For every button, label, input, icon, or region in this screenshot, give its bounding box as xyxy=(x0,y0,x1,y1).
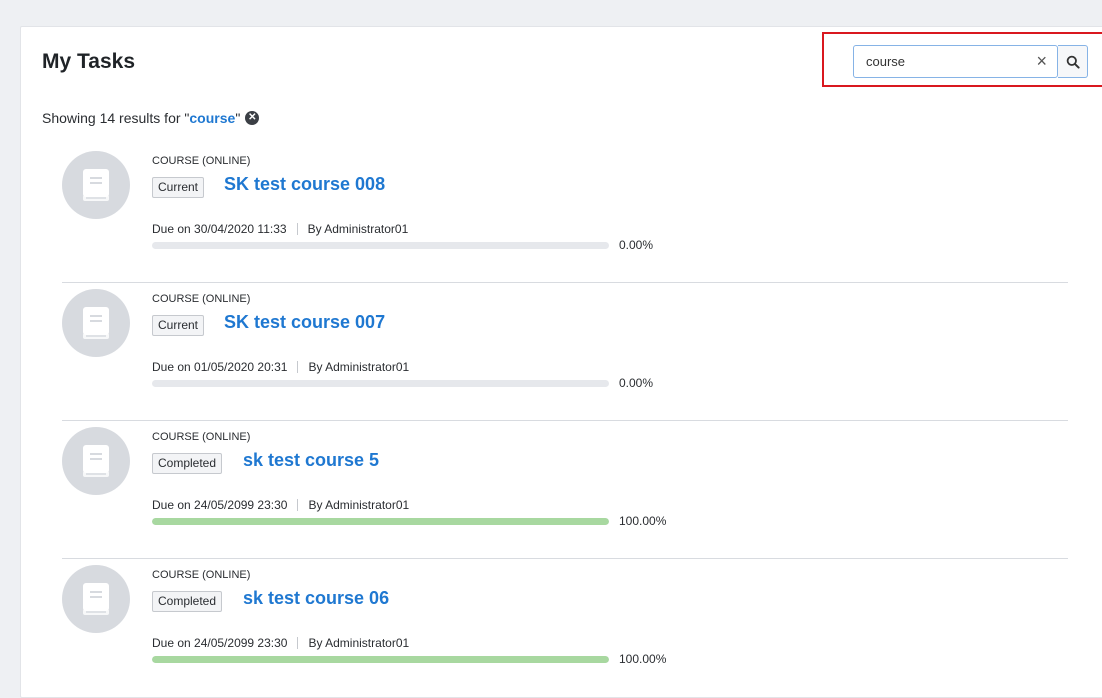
task-thumbnail xyxy=(62,427,130,495)
progress-label: 0.00% xyxy=(619,376,654,390)
status-badge: Current xyxy=(152,177,205,198)
due-date: Due on 30/04/2020 11:33 xyxy=(152,222,287,236)
progress-bar xyxy=(152,242,609,249)
assigned-by: By Administrator01 xyxy=(308,360,410,374)
task-title-link[interactable]: SK test course 007 xyxy=(224,312,385,333)
task-item: COURSE (ONLINE) Current SK test course 0… xyxy=(62,283,1068,421)
due-date: Due on 01/05/2020 20:31 xyxy=(152,360,288,374)
meta-divider xyxy=(297,361,299,373)
progress-fill xyxy=(152,518,609,525)
search-input[interactable] xyxy=(854,46,1026,77)
task-meta: Due on 24/05/2099 23:30 By Administrator… xyxy=(152,636,409,650)
meta-divider xyxy=(297,637,299,649)
due-date: Due on 24/05/2099 23:30 xyxy=(152,498,288,512)
my-tasks-panel: My Tasks × Showing 14 results for "cours… xyxy=(20,26,1102,698)
task-type: COURSE (ONLINE) xyxy=(152,155,251,167)
page-title: My Tasks xyxy=(42,50,135,73)
clear-input-icon[interactable]: × xyxy=(1036,50,1047,72)
progress-label: 100.00% xyxy=(619,514,667,528)
task-title-link[interactable]: sk test course 5 xyxy=(243,450,379,471)
progress-label: 100.00% xyxy=(619,652,667,666)
task-thumbnail xyxy=(62,289,130,357)
task-title-link[interactable]: sk test course 06 xyxy=(243,588,389,609)
progress-bar xyxy=(152,518,609,525)
book-icon xyxy=(83,169,109,201)
task-item: COURSE (ONLINE) Completed sk test course… xyxy=(62,559,1068,696)
due-date: Due on 24/05/2099 23:30 xyxy=(152,636,288,650)
results-term: course xyxy=(189,110,236,126)
task-item: COURSE (ONLINE) Current SK test course 0… xyxy=(62,145,1068,283)
results-summary: Showing 14 results for " course " ✕ xyxy=(42,110,260,126)
task-meta: Due on 01/05/2020 20:31 By Administrator… xyxy=(152,360,409,374)
meta-divider xyxy=(296,223,298,235)
status-badge: Completed xyxy=(152,591,223,612)
status-badge: Completed xyxy=(152,453,223,474)
task-list: COURSE (ONLINE) Current SK test course 0… xyxy=(62,145,1068,696)
progress-bar xyxy=(152,380,609,387)
assigned-by: By Administrator01 xyxy=(308,498,410,512)
task-type: COURSE (ONLINE) xyxy=(152,569,251,581)
progress-label: 0.00% xyxy=(619,238,654,252)
progress-fill xyxy=(152,656,609,663)
task-thumbnail xyxy=(62,565,130,633)
results-prefix: Showing 14 results for " xyxy=(42,110,190,126)
task-meta: Due on 24/05/2099 23:30 By Administrator… xyxy=(152,498,409,512)
task-thumbnail xyxy=(62,151,130,219)
meta-divider xyxy=(297,499,299,511)
book-icon xyxy=(83,307,109,339)
close-circle-icon[interactable]: ✕ xyxy=(245,111,260,125)
search-button[interactable] xyxy=(1058,45,1088,78)
book-icon xyxy=(83,445,109,477)
task-title-link[interactable]: SK test course 008 xyxy=(224,174,385,195)
results-suffix: " xyxy=(235,110,241,126)
assigned-by: By Administrator01 xyxy=(307,222,409,236)
search-box[interactable]: × xyxy=(853,45,1058,78)
task-type: COURSE (ONLINE) xyxy=(152,293,251,305)
status-badge: Current xyxy=(152,315,205,336)
task-type: COURSE (ONLINE) xyxy=(152,431,251,443)
assigned-by: By Administrator01 xyxy=(308,636,410,650)
task-item: COURSE (ONLINE) Completed sk test course… xyxy=(62,421,1068,559)
book-icon xyxy=(83,583,109,615)
search-icon xyxy=(1066,55,1080,69)
progress-bar xyxy=(152,656,609,663)
task-meta: Due on 30/04/2020 11:33 By Administrator… xyxy=(152,222,408,236)
